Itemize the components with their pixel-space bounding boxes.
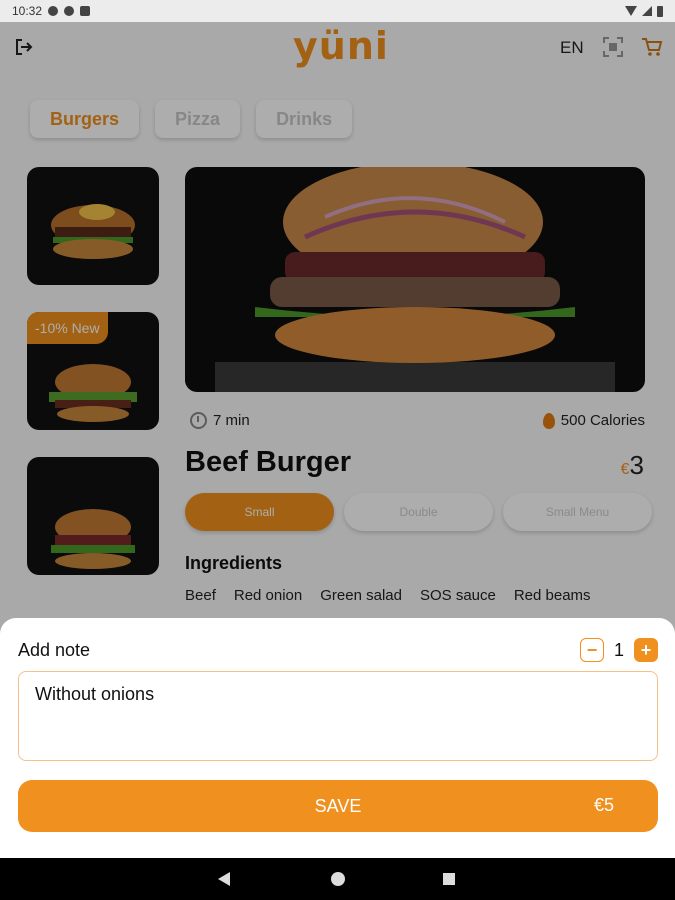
- signal-icon: [642, 6, 652, 16]
- quantity-value: 1: [613, 639, 624, 660]
- save-button[interactable]: SAVE €5: [18, 780, 658, 832]
- system-nav-bar: [0, 858, 675, 900]
- sd-card-icon: [80, 6, 91, 16]
- add-note-sheet: Add note − 1 + Without onions SAVE €5: [0, 618, 675, 858]
- a-icon: [64, 6, 75, 16]
- recents-icon[interactable]: [443, 873, 455, 885]
- add-note-label: Add note: [18, 640, 91, 660]
- back-icon[interactable]: [218, 872, 230, 886]
- gear-icon: [48, 6, 59, 16]
- status-bar: 10:32: [0, 0, 675, 22]
- quantity-stepper: − 1 +: [580, 638, 658, 662]
- note-input[interactable]: Without onions: [18, 671, 658, 761]
- home-icon[interactable]: [331, 872, 345, 886]
- save-price: €5: [593, 795, 614, 815]
- status-time: 10:32: [12, 4, 43, 18]
- increase-quantity-button[interactable]: +: [634, 638, 658, 662]
- wifi-icon: [625, 6, 637, 16]
- battery-icon: [657, 5, 663, 17]
- save-label: SAVE: [314, 795, 362, 816]
- decrease-quantity-button[interactable]: −: [580, 638, 604, 662]
